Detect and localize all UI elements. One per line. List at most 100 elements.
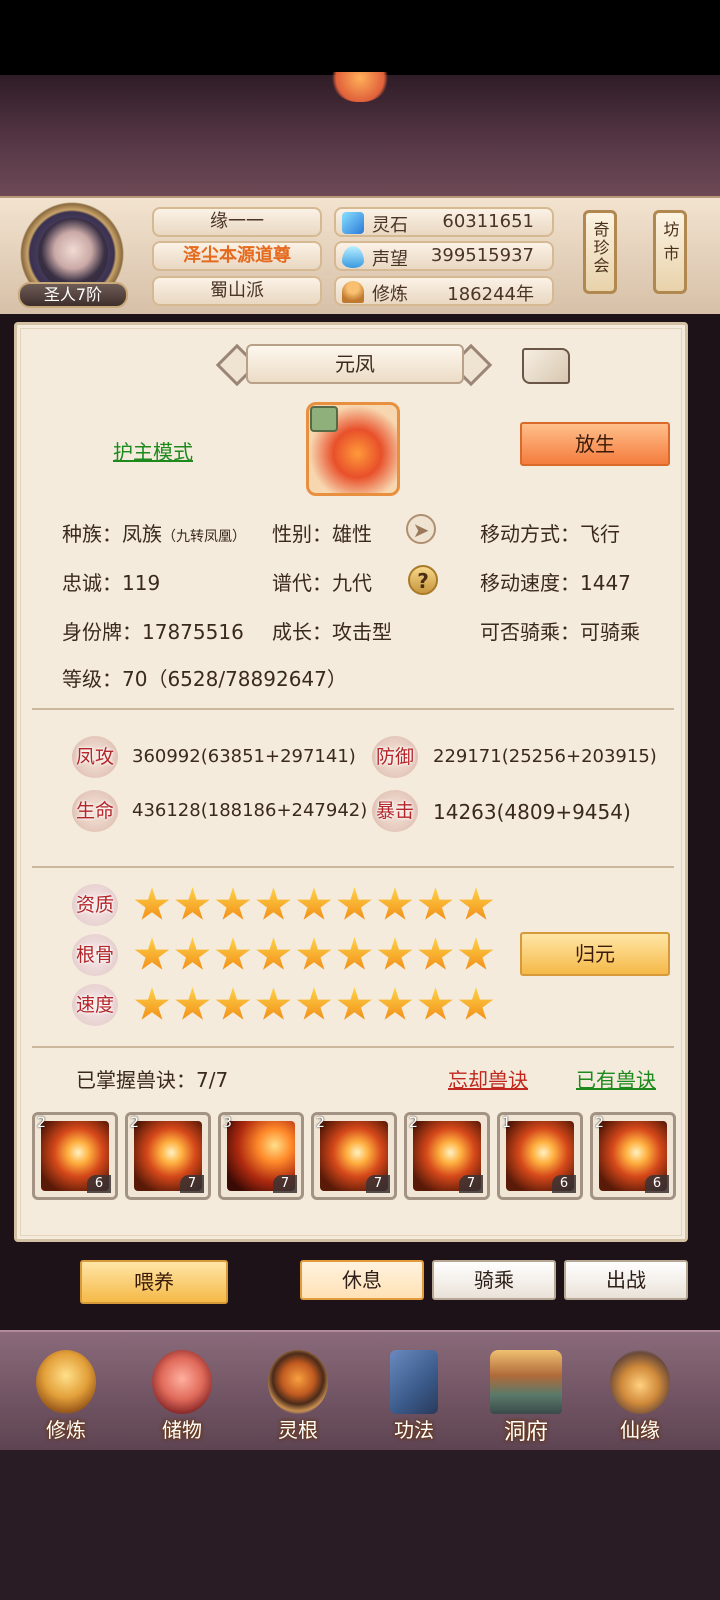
skill-slot[interactable]: 27 [404, 1112, 490, 1200]
cultivation-icon [342, 281, 364, 303]
rank-badge: 圣人7阶 [18, 282, 128, 308]
return-origin-button[interactable]: 归元 [520, 932, 670, 976]
divider [32, 866, 674, 868]
rest-button[interactable]: 休息 [300, 1260, 424, 1300]
meditation-icon [36, 1350, 96, 1414]
market-button[interactable]: 坊市 [653, 210, 687, 294]
skill-tier: 1 [502, 1115, 511, 1131]
book-icon[interactable] [522, 348, 570, 384]
skill-slot[interactable]: 26 [590, 1112, 676, 1200]
quality-badge: 速度 [72, 984, 118, 1026]
player-title[interactable]: 泽尘本源道尊 [152, 241, 322, 271]
skill-slot[interactable]: 16 [497, 1112, 583, 1200]
skill-tier: 2 [316, 1115, 325, 1131]
player-sect: 蜀山派 [152, 276, 322, 306]
skill-slot[interactable]: 27 [125, 1112, 211, 1200]
race-label: 种族： [62, 522, 122, 546]
divider [32, 708, 674, 710]
resource-value: 60311651 [442, 211, 534, 232]
owned-skills-link[interactable]: 已有兽诀 [576, 1064, 656, 1093]
player-name: 缘一一 [152, 207, 322, 237]
treasure-fair-button[interactable]: 奇珍会 [583, 210, 617, 294]
defense-value: 229171(25256+203915) [433, 746, 657, 767]
bottom-background [0, 1450, 720, 1600]
skills-mastered: 已掌握兽诀：7/7 [76, 1068, 229, 1092]
spirit-root-icon [268, 1350, 328, 1414]
nav-cultivate[interactable]: 修炼 [16, 1340, 116, 1450]
forget-skill-link[interactable]: 忘却兽诀 [448, 1064, 528, 1093]
market-label: 坊市 [660, 221, 680, 269]
race-value: 凤族 [122, 522, 162, 546]
id-tag-info: 身份牌：17875516 [62, 620, 244, 644]
skill-slot[interactable]: 26 [32, 1112, 118, 1200]
race-info: 种族：凤族（九转凤凰） [62, 518, 246, 547]
skill-level: 6 [645, 1175, 669, 1193]
nav-label: 修炼 [46, 1418, 86, 1442]
resource-label: 声望 [372, 249, 408, 270]
skill-slot[interactable]: 27 [311, 1112, 397, 1200]
quality-badge: 资质 [72, 884, 118, 926]
pet-name-plate[interactable]: 元凤 [246, 344, 464, 384]
ride-button[interactable]: 骑乘 [432, 1260, 556, 1300]
help-icon[interactable]: ? [408, 565, 438, 595]
resource-cultivation: 修炼 186244年 [334, 276, 554, 306]
skill-level: 6 [87, 1175, 111, 1193]
nav-cave-abode[interactable]: 洞府 [476, 1340, 576, 1450]
attack-value: 360992(63851+297141) [132, 746, 356, 767]
level-info: 等级：70（6528/78892647） [62, 667, 347, 691]
skill-tier: 2 [595, 1115, 604, 1131]
nav-label: 功法 [394, 1418, 434, 1442]
skill-level: 6 [552, 1175, 576, 1193]
resource-value: 186244年 [447, 284, 534, 305]
resource-label: 灵石 [372, 215, 408, 236]
nav-label: 洞府 [503, 1420, 548, 1445]
growth-info: 成长：攻击型 [272, 620, 392, 644]
nav-label: 仙缘 [620, 1418, 660, 1442]
crit-value: 14263(4809+9454) [433, 800, 631, 824]
skill-tier: 2 [130, 1115, 139, 1131]
divider [32, 1046, 674, 1048]
feed-button[interactable]: 喂养 [80, 1260, 228, 1304]
gender-info: 性别：雄性 [272, 522, 372, 546]
guard-mode-link[interactable]: 护主模式 [113, 436, 193, 465]
cave-abode-icon [490, 1350, 562, 1414]
skill-level: 7 [273, 1175, 297, 1193]
nav-storage[interactable]: 储物 [132, 1340, 232, 1450]
stat-badge: 凤攻 [72, 736, 118, 778]
race-subtype: （九转凤凰） [162, 529, 246, 545]
skill-slot[interactable]: 37 [218, 1112, 304, 1200]
book-icon [390, 1350, 438, 1414]
arrow-right-icon[interactable]: ➤ [406, 514, 436, 544]
lock-icon[interactable] [310, 406, 338, 432]
hp-value: 436128(188186+247942) [132, 800, 368, 821]
stat-badge: 防御 [372, 736, 418, 778]
nav-label: 储物 [162, 1418, 202, 1442]
release-button[interactable]: 放生 [520, 422, 670, 466]
treasure-fair-label: 奇珍会 [590, 221, 610, 275]
nav-fortune[interactable]: 仙缘 [590, 1340, 690, 1450]
nav-techniques[interactable]: 功法 [364, 1340, 464, 1450]
bag-icon [152, 1350, 212, 1414]
stat-badge: 生命 [72, 790, 118, 832]
nav-spirit-root[interactable]: 灵根 [248, 1340, 348, 1450]
prestige-icon [342, 246, 364, 268]
spirit-stone-icon [342, 212, 364, 234]
generation-info: 谱代：九代 [272, 571, 372, 595]
avatar[interactable] [38, 218, 108, 290]
stat-badge: 暴击 [372, 790, 418, 832]
skill-tier: 3 [223, 1115, 232, 1131]
resource-label: 修炼 [372, 284, 408, 305]
resource-value: 399515937 [430, 245, 534, 266]
quality-badge: 根骨 [72, 934, 118, 976]
battle-button[interactable]: 出战 [564, 1260, 688, 1300]
status-bar [0, 0, 720, 75]
gourd-icon [610, 1350, 670, 1414]
skill-tier: 2 [409, 1115, 418, 1131]
skill-level: 7 [459, 1175, 483, 1193]
loyalty-info: 忠诚：119 [62, 571, 161, 595]
resource-prestige: 声望 399515937 [334, 241, 554, 271]
move-speed-info: 移动速度：1447 [480, 571, 631, 595]
nav-label: 灵根 [278, 1418, 318, 1442]
skill-tier: 2 [37, 1115, 46, 1131]
skill-level: 7 [366, 1175, 390, 1193]
